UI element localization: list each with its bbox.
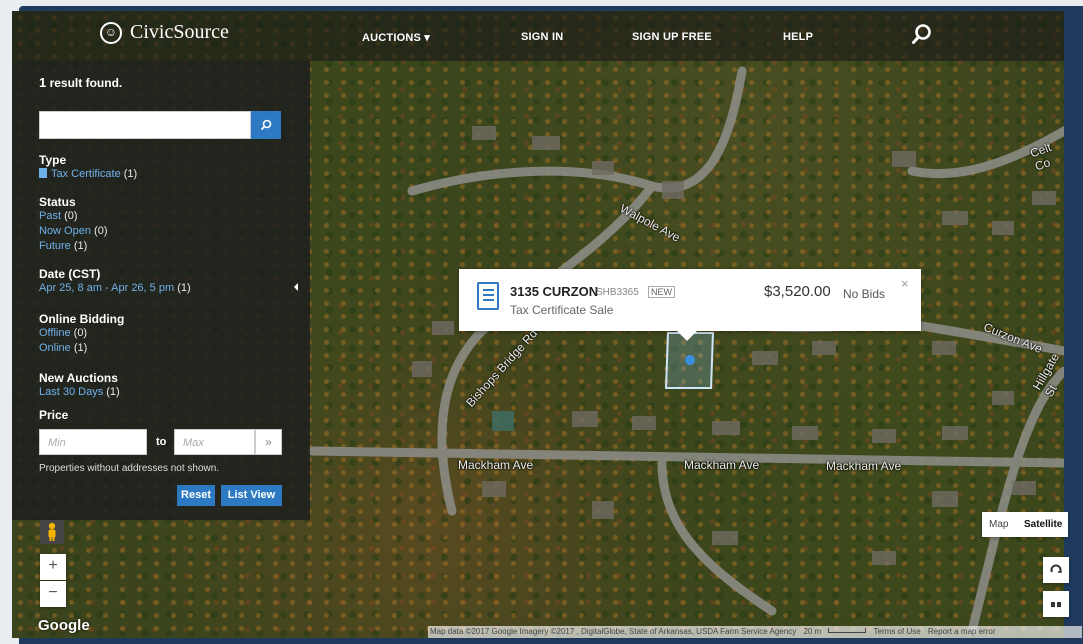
zoom-in-button[interactable]: + [40, 554, 66, 580]
filter-online-bidding: Online Bidding Offline (0) Online (1) [39, 312, 125, 356]
pegman-icon [48, 522, 56, 541]
filter-last-30-days[interactable]: Last 30 Days (1) [39, 385, 120, 400]
street-label: Mackham Ave [684, 458, 760, 472]
property-marker[interactable] [685, 355, 695, 365]
rotate-button[interactable] [1043, 557, 1069, 583]
search-icon [260, 119, 272, 131]
nav-sign-up-free[interactable]: SIGN UP FREE [632, 31, 712, 43]
zoom-out-button[interactable]: − [40, 581, 66, 607]
price-max-input[interactable]: Max [174, 429, 255, 455]
property-price: $3,520.00 [764, 283, 831, 300]
bid-status: No Bids [843, 287, 886, 301]
filter-panel: 1 result found. Type Tax Certificate (1)… [12, 61, 310, 520]
filter-new-auctions: New Auctions Last 30 Days (1) [39, 371, 120, 400]
street-label: Mackham Ave [458, 458, 534, 472]
attribution-text: Map data ©2017 Google Imagery ©2017 , Di… [430, 627, 797, 636]
filter-status-past[interactable]: Past (0) [39, 209, 108, 224]
logo-text: CivicSource [130, 21, 229, 43]
search-input[interactable] [39, 111, 251, 139]
rotate-icon [1050, 564, 1063, 573]
google-logo: Google [38, 617, 90, 634]
filter-bidding-online[interactable]: Online (1) [39, 341, 124, 356]
nav-help[interactable]: HELP [783, 31, 813, 43]
map-attribution: Map data ©2017 Google Imagery ©2017 , Di… [428, 626, 1082, 638]
reset-button[interactable]: Reset [177, 485, 215, 506]
filter-status: Status Past (0) Now Open (0) Future (1) [39, 195, 108, 254]
property-code: SHB3365 [596, 287, 639, 298]
scale-line [828, 628, 867, 633]
map-type-control: Map Satellite [982, 512, 1068, 537]
filter-tax-certificate[interactable]: Tax Certificate (1) [39, 167, 137, 182]
map-type-satellite[interactable]: Satellite [1024, 519, 1062, 530]
list-view-button[interactable]: List View [221, 485, 282, 506]
price-to-label: to [156, 436, 167, 448]
filter-date-range[interactable]: Apr 25, 8 am - Apr 26, 5 pm (1) [39, 281, 191, 296]
scale-bar[interactable]: 20 m [803, 627, 821, 636]
search-button[interactable] [251, 111, 281, 139]
street-label: Mackham Ave [826, 459, 902, 473]
collapse-panel-icon[interactable] [294, 283, 298, 291]
filter-bidding-offline[interactable]: Offline (0) [39, 326, 124, 341]
logo-icon: ☺ [100, 21, 122, 44]
document-icon [39, 168, 47, 178]
price-apply-button[interactable]: » [255, 429, 282, 455]
report-map-error-link[interactable]: Report a map error [928, 627, 996, 636]
filter-status-future[interactable]: Future (1) [39, 239, 108, 254]
certificate-icon [477, 282, 499, 310]
terms-of-use-link[interactable]: Terms of Use [874, 627, 921, 636]
filter-date: Date (CST) Apr 25, 8 am - Apr 26, 5 pm (… [39, 267, 191, 296]
close-icon[interactable]: × [901, 276, 909, 291]
map-type-map[interactable]: Map [989, 519, 1008, 530]
nav-sign-in[interactable]: SIGN IN [521, 31, 563, 43]
sale-type: Tax Certificate Sale [510, 303, 614, 317]
nav-auctions[interactable]: AUCTIONS ▾ [362, 31, 430, 44]
search-icon[interactable] [911, 23, 933, 45]
top-nav: ☺ CivicSource AUCTIONS ▾ SIGN IN SIGN UP… [12, 11, 1064, 61]
street-view-pegman[interactable] [40, 520, 64, 544]
property-address[interactable]: 3135 CURZON [510, 284, 598, 299]
civicsource-logo[interactable]: ☺ CivicSource [100, 21, 229, 44]
new-badge: NEW [648, 286, 675, 298]
result-count: 1 result found. [39, 75, 123, 90]
tilt-button[interactable] [1043, 591, 1069, 617]
addresses-note: Properties without addresses not shown. [39, 463, 220, 474]
tilt-icon [1051, 602, 1061, 607]
filter-price: Price [39, 408, 69, 422]
filter-status-now-open[interactable]: Now Open (0) [39, 224, 108, 239]
property-popup[interactable]: 3135 CURZON SHB3365 NEW Tax Certificate … [459, 269, 921, 341]
filter-type: Type Tax Certificate (1) [39, 153, 138, 182]
price-min-input[interactable]: Min [39, 429, 147, 455]
